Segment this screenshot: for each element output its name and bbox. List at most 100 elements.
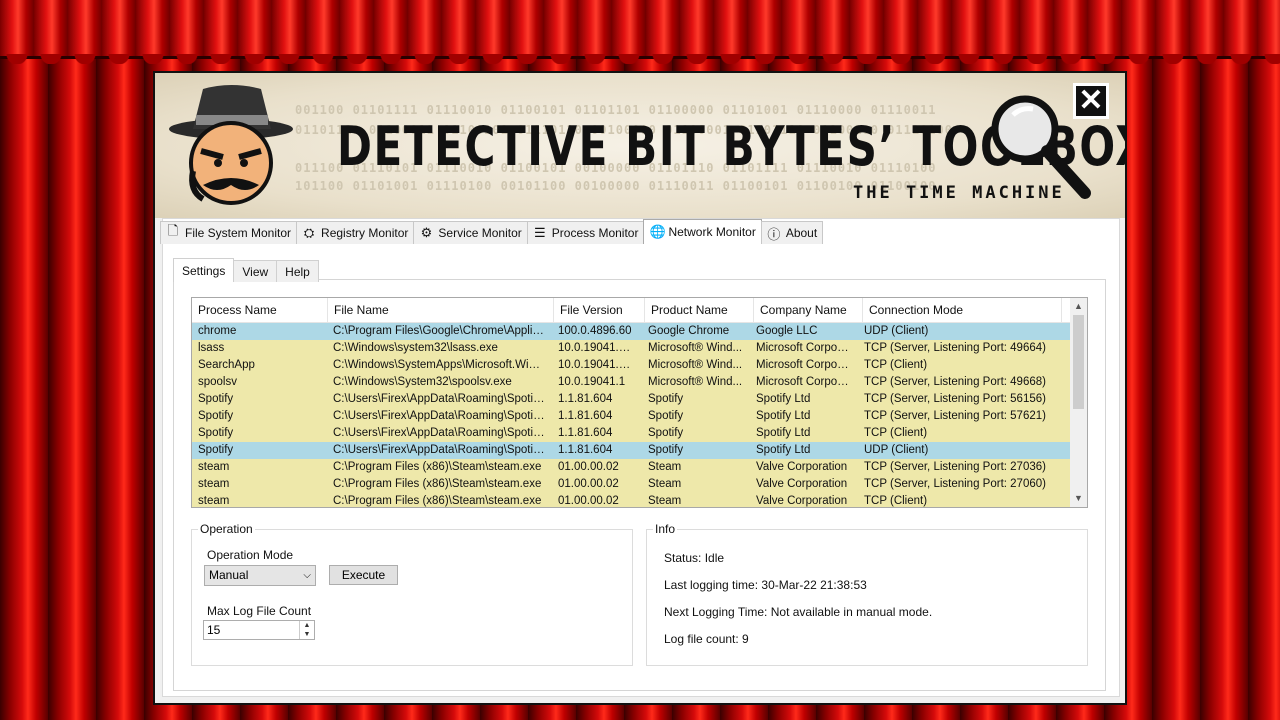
table-row[interactable]: SearchAppC:\Windows\SystemApps\Microsoft… bbox=[192, 357, 1087, 374]
table-cell: TCP (Server, Listening Port: 57621) bbox=[858, 408, 1056, 425]
table-row[interactable]: steamC:\Program Files (x86)\Steam\steam.… bbox=[192, 476, 1087, 493]
table-cell: C:\Program Files (x86)\Steam\steam.exe bbox=[327, 476, 552, 493]
table-cell: UDP (Client) bbox=[858, 323, 1056, 340]
table-cell: lsass bbox=[192, 340, 327, 357]
subtab-settings[interactable]: Settings bbox=[173, 258, 234, 282]
tab-about[interactable]: ⓘ About bbox=[761, 221, 823, 244]
table-cell: 01.00.00.02 bbox=[552, 459, 642, 476]
max-log-file-count-value: 15 bbox=[207, 623, 220, 637]
table-cell: 1.1.81.604 bbox=[552, 442, 642, 459]
table-cell: 100.0.4896.60 bbox=[552, 323, 642, 340]
table-cell: Microsoft® Wind... bbox=[642, 374, 750, 391]
document-icon: 🗋 bbox=[166, 222, 180, 244]
tab-label: About bbox=[786, 226, 817, 240]
table-body: chromeC:\Program Files\Google\Chrome\App… bbox=[192, 323, 1087, 508]
operation-mode-select[interactable]: Manual ⌵ bbox=[204, 565, 316, 586]
table-row[interactable]: Spotify C:\Users\Firex\AppData\Roaming\Sp… bbox=[192, 408, 1087, 425]
tab-service-monitor[interactable]: ⚙ Service Monitor bbox=[413, 221, 527, 244]
table-cell: 10.0.19041.1586 bbox=[552, 340, 642, 357]
subtab-help[interactable]: Help bbox=[276, 260, 319, 282]
execute-button[interactable]: Execute bbox=[329, 565, 398, 585]
table-cell: C:\Windows\system32\lsass.exe bbox=[327, 340, 552, 357]
tab-label: File System Monitor bbox=[185, 226, 291, 240]
table-row[interactable]: steamC:\Program Files (x86)\Steam\steam.… bbox=[192, 459, 1087, 476]
table-row[interactable]: SpotifyC:\Users\Firex\AppData\Roaming\Sp… bbox=[192, 425, 1087, 442]
column-header-file-name[interactable]: File Name bbox=[328, 298, 554, 322]
table-header: Process Name File Name File Version Prod… bbox=[192, 298, 1087, 323]
table-cell: Spotify bbox=[642, 408, 750, 425]
table-cell: TCP (Client) bbox=[858, 493, 1056, 508]
operation-group-label: Operation bbox=[198, 522, 255, 536]
list-icon: ☰ bbox=[533, 225, 547, 241]
table-cell: Steam bbox=[642, 476, 750, 493]
gear-icon: ⚙ bbox=[419, 225, 433, 241]
binary-line: 101100 01101001 01110100 00101100 001000… bbox=[295, 179, 937, 193]
info-icon: ⓘ bbox=[767, 224, 781, 243]
table-cell: UDP (Client) bbox=[858, 442, 1056, 459]
stepper-arrows-icon[interactable]: ▲▼ bbox=[299, 621, 314, 639]
globe-icon: 🌐 bbox=[649, 224, 663, 240]
main-tab-bar: 🗋 File System Monitor ⛭ Registry Monitor… bbox=[160, 221, 822, 245]
table-cell: Spotify bbox=[192, 391, 327, 408]
column-header-file-version[interactable]: File Version bbox=[554, 298, 645, 322]
operation-mode-value: Manual bbox=[209, 568, 248, 582]
table-cell: C:\Users\Firex\AppData\Roaming\Spotify\.… bbox=[327, 425, 552, 442]
chevron-down-icon: ⌵ bbox=[303, 566, 311, 585]
tab-network-monitor[interactable]: 🌐 Network Monitor bbox=[643, 219, 761, 244]
scroll-thumb[interactable] bbox=[1073, 315, 1084, 409]
table-cell: TCP (Server, Listening Port: 27036) bbox=[858, 459, 1056, 476]
table-row[interactable]: lsassC:\Windows\system32\lsass.exe10.0.1… bbox=[192, 340, 1087, 357]
vertical-scrollbar[interactable]: ▲ ▼ bbox=[1070, 298, 1087, 507]
table-cell: chrome bbox=[192, 323, 327, 340]
tab-label: Registry Monitor bbox=[321, 226, 408, 240]
close-button[interactable]: ✕ bbox=[1073, 83, 1109, 119]
table-cell: TCP (Client) bbox=[858, 425, 1056, 442]
operation-mode-label: Operation Mode bbox=[207, 548, 293, 562]
info-group-label: Info bbox=[653, 522, 677, 536]
table-cell: Spotify Ltd bbox=[750, 408, 858, 425]
app-window: 001100 01101111 01110010 01100101 011011… bbox=[155, 73, 1125, 703]
table-cell: Microsoft Corpora... bbox=[750, 340, 858, 357]
table-cell: TCP (Server, Listening Port: 56156) bbox=[858, 391, 1056, 408]
table-cell: Valve Corporation bbox=[750, 459, 858, 476]
table-row[interactable]: SpotifyC:\Users\Firex\AppData\Roaming\Sp… bbox=[192, 391, 1087, 408]
table-row[interactable]: spoolsvC:\Windows\System32\spoolsv.exe10… bbox=[192, 374, 1087, 391]
table-cell: Valve Corporation bbox=[750, 476, 858, 493]
tab-process-monitor[interactable]: ☰ Process Monitor bbox=[527, 221, 645, 244]
sub-tab-bar: Settings View Help bbox=[173, 260, 318, 282]
last-logging-time-text: Last logging time: 30-Mar-22 21:38:53 bbox=[664, 578, 867, 592]
table-cell: Google Chrome bbox=[642, 323, 750, 340]
max-log-file-count-stepper[interactable]: 15 ▲▼ bbox=[203, 620, 315, 640]
column-header-company-name[interactable]: Company Name bbox=[754, 298, 863, 322]
column-header-product-name[interactable]: Product Name bbox=[645, 298, 754, 322]
column-header-connection-mode[interactable]: Connection Mode bbox=[863, 298, 1062, 322]
table-cell: 1.1.81.604 bbox=[552, 391, 642, 408]
table-cell: 1.1.81.604 bbox=[552, 408, 642, 425]
table-cell: C:\Users\Firex\AppData\Roaming\Spotify\.… bbox=[327, 408, 552, 425]
table-cell: C:\Program Files (x86)\Steam\steam.exe bbox=[327, 459, 552, 476]
table-cell: Google LLC bbox=[750, 323, 858, 340]
table-cell: TCP (Server, Listening Port: 49668) bbox=[858, 374, 1056, 391]
table-cell: Microsoft Corpora... bbox=[750, 374, 858, 391]
connections-table[interactable]: Process Name File Name File Version Prod… bbox=[191, 297, 1088, 508]
table-cell: TCP (Client) bbox=[858, 357, 1056, 374]
table-cell: TCP (Server, Listening Port: 49664) bbox=[858, 340, 1056, 357]
table-cell: C:\Program Files (x86)\Steam\steam.exe bbox=[327, 493, 552, 508]
table-cell: Microsoft Corpora... bbox=[750, 357, 858, 374]
status-text: Status: Idle bbox=[664, 551, 724, 565]
tab-registry-monitor[interactable]: ⛭ Registry Monitor bbox=[296, 221, 414, 244]
table-cell: C:\Program Files\Google\Chrome\Applicat.… bbox=[327, 323, 552, 340]
subtab-view[interactable]: View bbox=[233, 260, 277, 282]
scroll-up-icon[interactable]: ▲ bbox=[1070, 298, 1087, 315]
table-cell: Spotify Ltd bbox=[750, 442, 858, 459]
table-cell: steam bbox=[192, 476, 327, 493]
table-cell: C:\Windows\SystemApps\Microsoft.Windo... bbox=[327, 357, 552, 374]
column-header-process-name[interactable]: Process Name bbox=[192, 298, 328, 322]
tab-file-system-monitor[interactable]: 🗋 File System Monitor bbox=[160, 221, 297, 244]
scroll-down-icon[interactable]: ▼ bbox=[1070, 490, 1087, 507]
table-row[interactable]: steamC:\Program Files (x86)\Steam\steam.… bbox=[192, 493, 1087, 508]
table-cell: 10.0.19041.1 bbox=[552, 374, 642, 391]
table-row[interactable]: SpotifyC:\Users\Firex\AppData\Roaming\Sp… bbox=[192, 442, 1087, 459]
table-cell: 1.1.81.604 bbox=[552, 425, 642, 442]
table-row[interactable]: chromeC:\Program Files\Google\Chrome\App… bbox=[192, 323, 1087, 340]
